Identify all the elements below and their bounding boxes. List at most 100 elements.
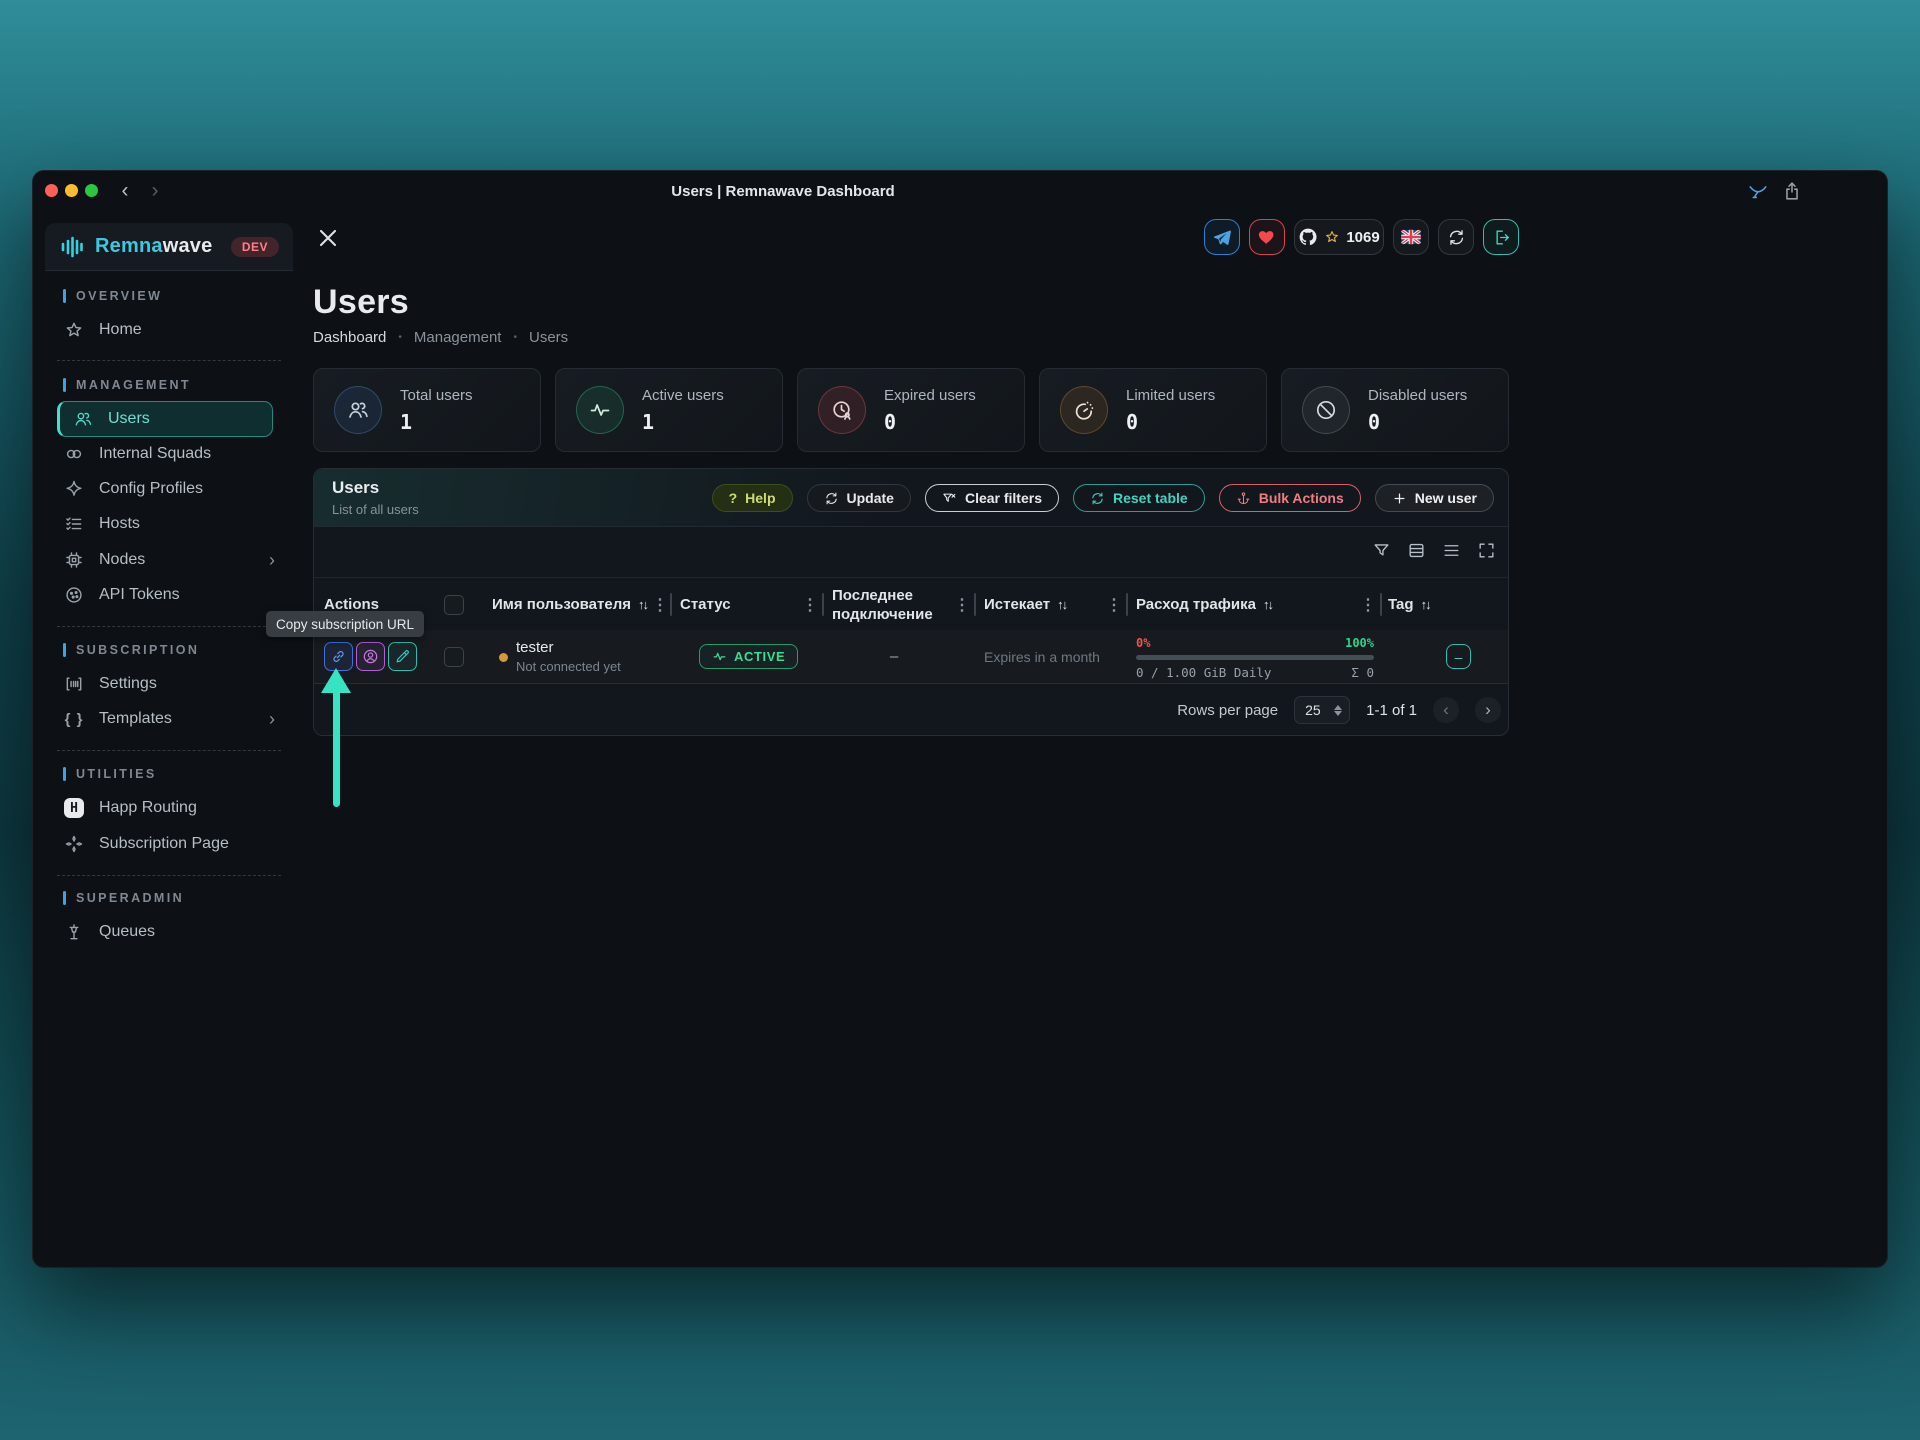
panel-subtitle: List of all users [332, 502, 419, 517]
sidebar-item-users[interactable]: Users [57, 401, 273, 437]
uk-flag-icon [1400, 226, 1422, 248]
clock-user-icon [818, 386, 866, 434]
table-row[interactable]: tester Not connected yet ACTIVE – Expire… [314, 630, 1508, 684]
users-icon [334, 386, 382, 434]
traffic-min: 0% [1136, 636, 1150, 650]
sidebar-item-subscription-page[interactable]: Subscription Page [45, 827, 293, 861]
section-bar [63, 378, 66, 392]
language-flag-button[interactable] [1393, 219, 1429, 255]
timer-icon [1060, 386, 1108, 434]
traffic-max: 100% [1345, 636, 1374, 650]
column-username[interactable]: Имя пользователя↑↓ [492, 578, 647, 631]
edit-user-button[interactable] [388, 642, 417, 671]
app-window: ‹ › Users | Remnawave Dashboard Remnawav… [32, 170, 1888, 1268]
share-icon[interactable] [1781, 180, 1803, 202]
row-checkbox[interactable] [444, 647, 464, 667]
previous-page-button[interactable]: ‹ [1433, 697, 1459, 723]
row-density-icon[interactable] [1405, 539, 1427, 561]
telegram-button[interactable] [1204, 219, 1240, 255]
happ-icon: H [63, 797, 85, 819]
refresh-icon [824, 491, 839, 506]
plus-icon [1392, 491, 1407, 506]
sidebar-item-hosts[interactable]: Hosts [45, 507, 293, 541]
update-button[interactable]: Update [807, 484, 911, 512]
divider [57, 875, 281, 876]
panel-header: Users List of all users ? Help Update [314, 469, 1508, 527]
window-title: Users | Remnawave Dashboard [33, 171, 1533, 211]
bulk-actions-button[interactable]: Bulk Actions [1219, 484, 1361, 512]
rows-per-page-select[interactable]: 25 [1294, 696, 1350, 724]
sidebar-item-templates[interactable]: { } Templates › [45, 702, 293, 736]
chevron-right-icon: › [269, 551, 275, 569]
help-button[interactable]: ? Help [712, 484, 793, 512]
divider [57, 360, 281, 361]
github-stars-button[interactable]: 1069 [1294, 219, 1384, 255]
next-page-button[interactable]: › [1475, 697, 1501, 723]
cpu-icon [63, 549, 85, 571]
sort-icon: ↑↓ [1263, 597, 1272, 612]
close-icon[interactable] [316, 226, 340, 250]
last-connection-value: – [874, 630, 914, 683]
section-overview: OVERVIEW [63, 287, 162, 305]
stat-card-expired-users: Expired users0 [797, 368, 1025, 452]
stat-card-active-users: Active users1 [555, 368, 783, 452]
sidebar-item-config-profiles[interactable]: Config Profiles [45, 472, 293, 506]
column-expires[interactable]: Истекает↑↓ [984, 578, 1066, 631]
column-traffic[interactable]: Расход трафика↑↓ [1136, 578, 1272, 631]
star-outline-icon [1324, 229, 1340, 245]
fullscreen-icon[interactable] [1475, 539, 1497, 561]
checklist-icon [63, 513, 85, 535]
sidebar-item-home[interactable]: Home [45, 313, 293, 347]
rings-icon [63, 443, 85, 465]
traffic-progress-bar [1136, 655, 1374, 660]
dev-badge: DEV [231, 237, 279, 257]
section-subscription: SUBSCRIPTION [63, 641, 199, 659]
brand-header: Remnawave DEV [45, 223, 293, 271]
traffic-usage: 0 / 1.00 GiB Daily [1136, 665, 1271, 680]
tag-chip: – [1446, 644, 1471, 669]
sidebar-item-api-tokens[interactable]: API Tokens [45, 578, 293, 612]
list-icon[interactable] [1440, 539, 1462, 561]
pagination: Rows per page 25 1-1 of 1 ‹ › [1177, 696, 1501, 724]
filter-icon[interactable] [1370, 539, 1392, 561]
new-user-button[interactable]: New user [1375, 484, 1494, 512]
select-all-checkbox[interactable] [444, 595, 464, 615]
column-tag[interactable]: Tag↑↓ [1388, 578, 1430, 631]
column-menu-icon[interactable]: ⋮ [1360, 578, 1376, 631]
column-menu-icon[interactable]: ⋮ [1106, 578, 1122, 631]
copy-subscription-url-button[interactable] [324, 642, 353, 671]
sidebar-item-internal-squads[interactable]: Internal Squads [45, 437, 293, 471]
anchor-icon [1236, 491, 1251, 506]
privacy-icon[interactable] [1747, 180, 1769, 202]
page-title: Users [313, 283, 409, 322]
column-menu-icon[interactable]: ⋮ [954, 578, 970, 631]
question-icon: ? [729, 490, 738, 506]
breadcrumb-dashboard[interactable]: Dashboard [313, 329, 386, 346]
sort-icon: ↑↓ [1421, 597, 1430, 612]
sidebar-item-nodes[interactable]: Nodes › [45, 543, 293, 577]
clear-filters-button[interactable]: Clear filters [925, 484, 1059, 512]
breadcrumb-users[interactable]: Users [529, 329, 568, 346]
user-profile-button[interactable] [356, 642, 385, 671]
column-menu-icon[interactable]: ⋮ [652, 578, 668, 631]
reset-table-button[interactable]: Reset table [1073, 484, 1205, 512]
sidebar-item-settings[interactable]: Settings [45, 667, 293, 701]
column-last-connection[interactable]: Последнееподключение [832, 578, 933, 631]
column-separator [1380, 593, 1382, 616]
sidebar-item-queues[interactable]: Queues [45, 915, 293, 949]
heart-button[interactable] [1249, 219, 1285, 255]
panel-actions: ? Help Update Clear filters [712, 484, 1494, 512]
rows-per-page-label: Rows per page [1177, 702, 1278, 719]
breadcrumb-management[interactable]: Management [414, 329, 502, 346]
refresh-button[interactable] [1438, 219, 1474, 255]
section-bar [63, 767, 66, 781]
column-status[interactable]: Статус [680, 578, 731, 631]
titlebar: ‹ › Users | Remnawave Dashboard [33, 171, 1887, 211]
logout-button[interactable] [1483, 219, 1519, 255]
column-menu-icon[interactable]: ⋮ [802, 578, 818, 631]
column-separator [1126, 593, 1128, 616]
remnawave-logo-icon [59, 234, 85, 260]
sidebar-item-happ-routing[interactable]: H Happ Routing [45, 791, 293, 825]
section-superadmin: SUPERADMIN [63, 889, 184, 907]
barcode-icon [63, 673, 85, 695]
